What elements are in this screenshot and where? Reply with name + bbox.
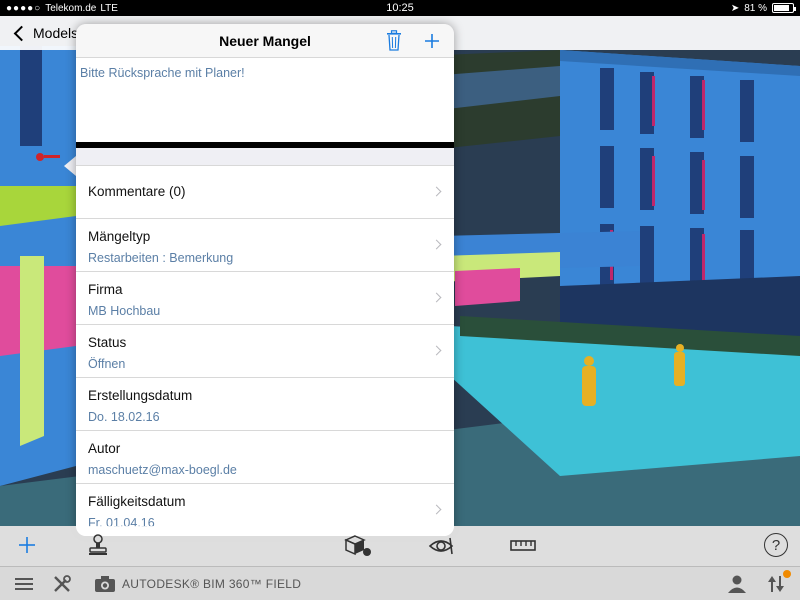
field-value: Restarbeiten : Bemerkung (88, 251, 234, 265)
sync-arrows-icon (768, 576, 784, 592)
chevron-right-icon (431, 292, 442, 303)
field-value: Do. 18.02.16 (88, 410, 160, 424)
cube-icon (344, 535, 371, 556)
chevron-right-icon (431, 239, 442, 250)
ruler-icon (510, 540, 536, 551)
camera-icon (95, 576, 115, 592)
field-value: maschuetz@max-boegl.de (88, 463, 237, 477)
plus-icon (19, 537, 35, 553)
carrier-name: Telekom.de (45, 2, 97, 14)
status-bar: ●●●●○ Telekom.de LTE 10:25 ➤ 81 % (0, 0, 800, 16)
author-row: Autor maschuetz@max-boegl.de (76, 431, 454, 484)
user-icon (728, 575, 746, 593)
field-label: Firma (88, 282, 123, 297)
menu-button[interactable] (14, 575, 34, 593)
popover-arrow (64, 156, 76, 176)
model-toolbar: ? (0, 526, 800, 566)
note-text: Bitte Rücksprache mit Planer! (80, 66, 245, 80)
camera-button[interactable] (94, 574, 116, 594)
location-icon: ➤ (730, 2, 740, 14)
field-label: Erstellungsdatum (88, 388, 193, 403)
popover-header: Neuer Mangel (76, 24, 454, 58)
hamburger-icon (15, 578, 33, 590)
field-label: Autor (88, 441, 121, 456)
field-label: Fälligkeitsdatum (88, 494, 186, 509)
delete-button[interactable] (384, 30, 404, 52)
objects-button[interactable] (344, 534, 374, 558)
chevron-right-icon (431, 504, 442, 515)
network-type: LTE (100, 2, 118, 14)
signal-icon: ●●●●○ (6, 2, 42, 14)
notification-badge (783, 570, 791, 578)
sync-button[interactable] (766, 574, 786, 594)
add-issue-button[interactable] (16, 534, 38, 556)
created-date-row: Erstellungsdatum Do. 18.02.16 (76, 378, 454, 431)
tools-icon (54, 575, 71, 592)
user-button[interactable] (726, 574, 748, 594)
note-text-area[interactable]: Bitte Rücksprache mit Planer! (76, 58, 454, 142)
help-button[interactable]: ? (764, 533, 788, 557)
measure-button[interactable] (510, 536, 536, 556)
app-bottom-bar: AUTODESK® BIM 360™ FIELD (0, 566, 800, 600)
new-defect-popover: Neuer Mangel Bitte Rücksprache mit Plane… (76, 24, 454, 536)
field-label: Mängeltyp (88, 229, 151, 244)
section-gap (76, 148, 454, 166)
eye-icon (428, 537, 454, 555)
battery-percent: 81 % (744, 2, 767, 14)
comments-label: Kommentare (0) (88, 184, 186, 199)
question-mark-icon: ? (771, 536, 781, 554)
back-to-models-button[interactable]: Models (12, 16, 78, 50)
app-brand: AUTODESK® BIM 360™ FIELD (122, 577, 302, 591)
trash-icon (387, 30, 401, 51)
visibility-button[interactable] (428, 534, 454, 558)
chevron-right-icon (431, 186, 442, 197)
chevron-left-icon (13, 25, 30, 41)
back-button-label: Models (33, 25, 79, 41)
battery-fill (774, 5, 789, 11)
battery-icon (772, 3, 796, 13)
stamp-button[interactable] (86, 532, 110, 558)
field-value: Öffnen (88, 357, 126, 371)
tools-button[interactable] (52, 574, 72, 594)
chevron-right-icon (431, 345, 442, 356)
field-label: Status (88, 335, 127, 350)
add-button[interactable] (422, 30, 442, 52)
company-row[interactable]: Firma MB Hochbau (76, 272, 454, 325)
status-row[interactable]: Status Öffnen (76, 325, 454, 378)
defect-type-row[interactable]: Mängeltyp Restarbeiten : Bemerkung (76, 219, 454, 272)
comments-row[interactable]: Kommentare (0) (76, 166, 454, 219)
stamp-icon (89, 534, 107, 555)
plus-icon (425, 34, 439, 48)
popover-title: Neuer Mangel (219, 32, 311, 49)
field-value: MB Hochbau (88, 304, 161, 318)
